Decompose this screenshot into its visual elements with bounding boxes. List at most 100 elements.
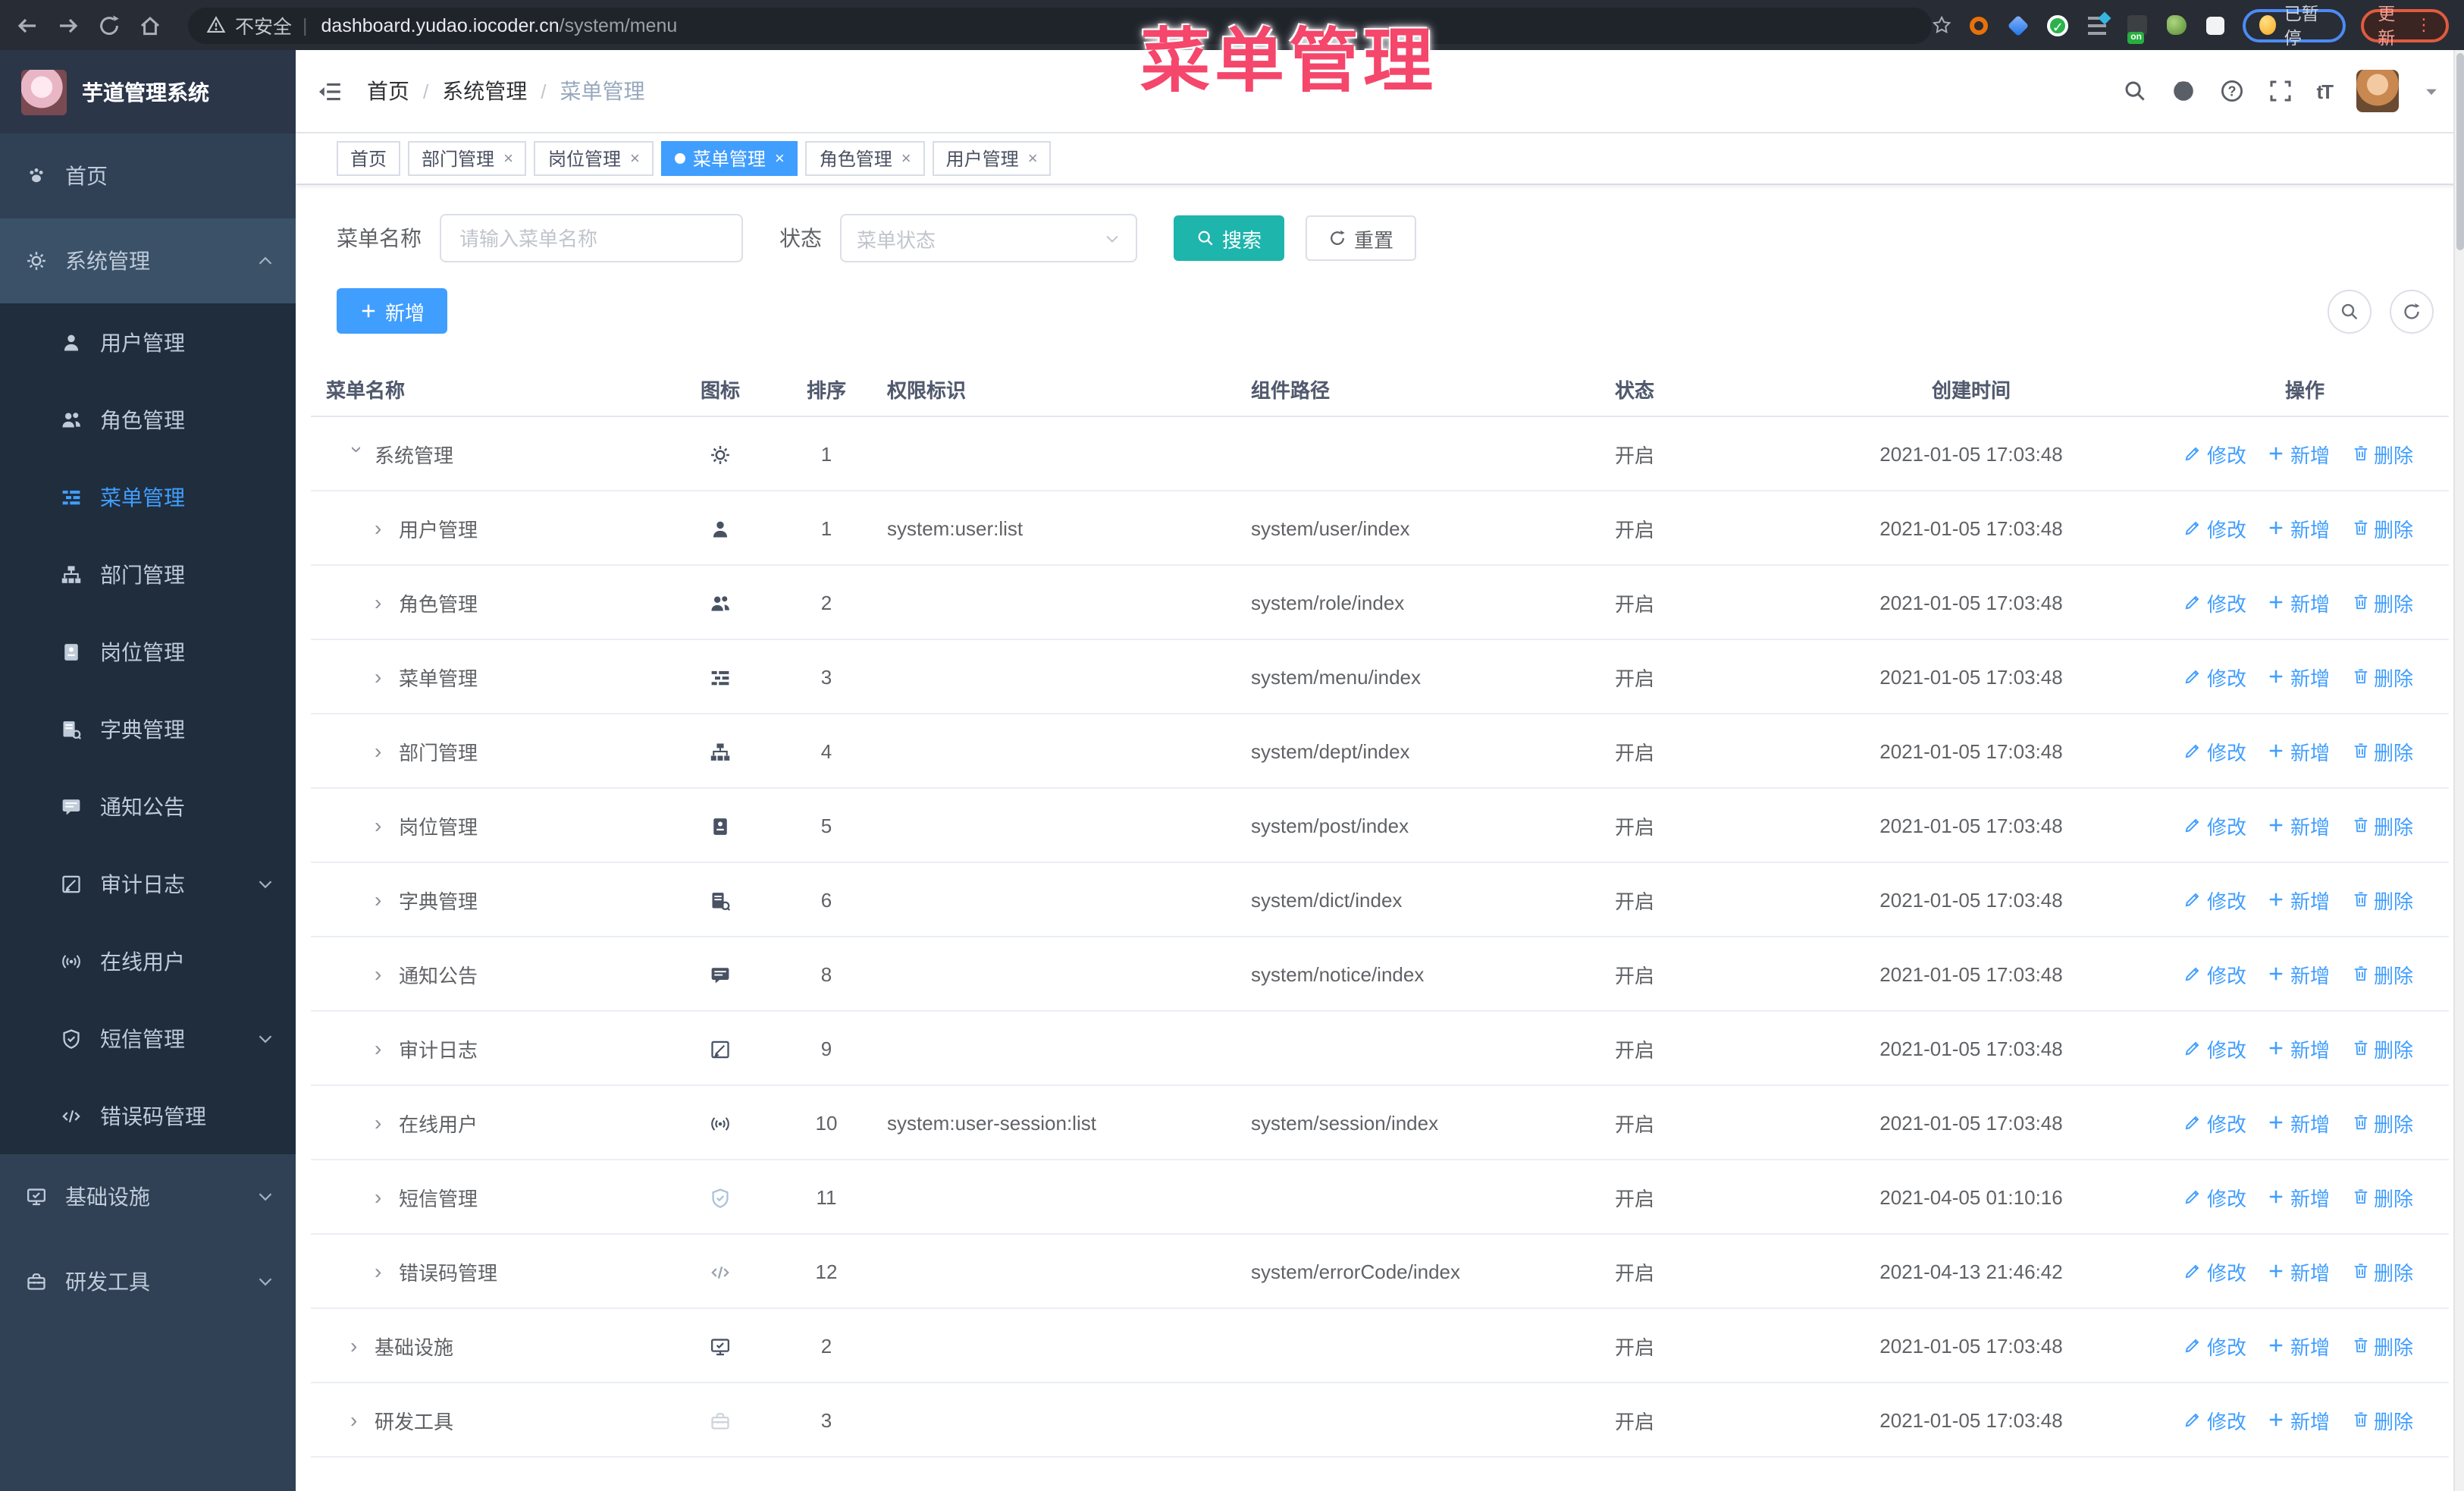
add-button[interactable]: 新增 bbox=[337, 288, 448, 334]
forward-icon[interactable] bbox=[56, 13, 80, 37]
delete-link[interactable]: 删除 bbox=[2351, 1108, 2413, 1137]
tab-item[interactable]: 岗位管理 × bbox=[534, 141, 654, 176]
close-icon[interactable]: × bbox=[630, 149, 640, 168]
add-link[interactable]: 新增 bbox=[2268, 1108, 2330, 1137]
tab-active[interactable]: 菜单管理 × bbox=[660, 141, 798, 176]
modify-link[interactable]: 修改 bbox=[2184, 1257, 2246, 1285]
tab-item[interactable]: 部门管理 × bbox=[408, 141, 527, 176]
delete-link[interactable]: 删除 bbox=[2351, 959, 2413, 988]
delete-link[interactable]: 删除 bbox=[2351, 1034, 2413, 1063]
modify-link[interactable]: 修改 bbox=[2184, 1034, 2246, 1063]
search-button[interactable]: 搜索 bbox=[1174, 215, 1285, 261]
add-link[interactable]: 新增 bbox=[2268, 513, 2330, 542]
extension-bars-icon[interactable] bbox=[2085, 13, 2109, 37]
sidebar-fold-icon[interactable] bbox=[317, 78, 343, 104]
delete-link[interactable]: 删除 bbox=[2351, 736, 2413, 765]
modify-link[interactable]: 修改 bbox=[2184, 1331, 2246, 1360]
github-icon[interactable] bbox=[2171, 79, 2195, 103]
help-icon[interactable] bbox=[2219, 79, 2243, 103]
sidebar-item[interactable]: 错误码管理 bbox=[0, 1077, 296, 1154]
expand-arrow-icon[interactable]: › bbox=[375, 664, 390, 689]
url-bar[interactable]: 不安全 | dashboard.yudao.iocoder.cn/system/… bbox=[188, 7, 1932, 43]
sidebar-item[interactable]: 研发工具 bbox=[0, 1239, 296, 1324]
user-avatar[interactable] bbox=[2356, 70, 2399, 112]
extension-green-icon[interactable] bbox=[2164, 13, 2188, 37]
scrollbar[interactable] bbox=[2453, 50, 2464, 1491]
sidebar-item[interactable]: 用户管理 bbox=[0, 303, 296, 381]
menu-name-input[interactable] bbox=[440, 214, 743, 262]
close-icon[interactable]: × bbox=[503, 149, 513, 168]
close-icon[interactable]: × bbox=[901, 149, 911, 168]
close-icon[interactable]: × bbox=[775, 149, 785, 168]
menu-dots-icon[interactable]: ⋮ bbox=[2415, 15, 2432, 35]
sidebar-item[interactable]: 角色管理 bbox=[0, 381, 296, 458]
expand-arrow-icon[interactable]: › bbox=[350, 1408, 365, 1432]
add-link[interactable]: 新增 bbox=[2268, 959, 2330, 988]
add-link[interactable]: 新增 bbox=[2268, 811, 2330, 840]
modify-link[interactable]: 修改 bbox=[2184, 1108, 2246, 1137]
reload-icon[interactable] bbox=[97, 13, 121, 37]
tab-item[interactable]: 用户管理 × bbox=[932, 141, 1052, 176]
tab-item[interactable]: 角色管理 × bbox=[805, 141, 925, 176]
delete-link[interactable]: 删除 bbox=[2351, 885, 2413, 914]
add-link[interactable]: 新增 bbox=[2268, 1257, 2330, 1285]
expand-arrow-icon[interactable]: › bbox=[375, 1110, 390, 1135]
modify-link[interactable]: 修改 bbox=[2184, 1182, 2246, 1211]
sidebar-item[interactable]: 短信管理 bbox=[0, 1000, 296, 1077]
sidebar-item[interactable]: 字典管理 bbox=[0, 690, 296, 767]
delete-link[interactable]: 删除 bbox=[2351, 1405, 2413, 1434]
modify-link[interactable]: 修改 bbox=[2184, 1405, 2246, 1434]
expand-arrow-icon[interactable]: › bbox=[375, 1259, 390, 1283]
extension-gem-icon[interactable] bbox=[2006, 13, 2030, 37]
extension-icon[interactable] bbox=[1967, 13, 1991, 37]
sidebar-item[interactable]: 系统管理 bbox=[0, 218, 296, 303]
delete-link[interactable]: 删除 bbox=[2351, 1331, 2413, 1360]
tab-item[interactable]: 首页 bbox=[337, 141, 401, 176]
add-link[interactable]: 新增 bbox=[2268, 662, 2330, 691]
expand-arrow-icon[interactable]: › bbox=[375, 739, 390, 763]
add-link[interactable]: 新增 bbox=[2268, 1405, 2330, 1434]
delete-link[interactable]: 删除 bbox=[2351, 1182, 2413, 1211]
breadcrumb-system[interactable]: 系统管理 bbox=[442, 76, 527, 106]
status-select[interactable]: 菜单状态 bbox=[840, 214, 1137, 262]
delete-link[interactable]: 删除 bbox=[2351, 588, 2413, 617]
sidebar-item[interactable]: 基础设施 bbox=[0, 1154, 296, 1239]
scrollbar-thumb[interactable] bbox=[2456, 53, 2464, 250]
expand-arrow-icon[interactable]: › bbox=[375, 962, 390, 986]
update-button[interactable]: 更新 ⋮ bbox=[2361, 5, 2450, 48]
delete-link[interactable]: 删除 bbox=[2351, 811, 2413, 840]
modify-link[interactable]: 修改 bbox=[2184, 588, 2246, 617]
expand-arrow-icon[interactable]: › bbox=[350, 1333, 365, 1358]
reset-button[interactable]: 重置 bbox=[1306, 215, 1417, 261]
extension-check-icon[interactable]: ✓ bbox=[2045, 13, 2070, 37]
expand-arrow-icon[interactable]: › bbox=[375, 887, 390, 912]
search-icon[interactable] bbox=[2122, 79, 2146, 103]
paused-badge[interactable]: 已暂停 bbox=[2243, 5, 2346, 48]
extension-puzzle-icon[interactable] bbox=[2203, 13, 2227, 37]
add-link[interactable]: 新增 bbox=[2268, 1034, 2330, 1063]
sidebar-item[interactable]: 首页 bbox=[0, 133, 296, 218]
show-search-button[interactable] bbox=[2328, 289, 2372, 333]
delete-link[interactable]: 删除 bbox=[2351, 662, 2413, 691]
add-link[interactable]: 新增 bbox=[2268, 439, 2330, 468]
modify-link[interactable]: 修改 bbox=[2184, 513, 2246, 542]
fullscreen-icon[interactable] bbox=[2268, 79, 2292, 103]
modify-link[interactable]: 修改 bbox=[2184, 439, 2246, 468]
sidebar-item[interactable]: 部门管理 bbox=[0, 535, 296, 613]
delete-link[interactable]: 删除 bbox=[2351, 1257, 2413, 1285]
home-icon[interactable] bbox=[138, 13, 162, 37]
chevron-down-icon[interactable] bbox=[2423, 83, 2440, 99]
delete-link[interactable]: 删除 bbox=[2351, 513, 2413, 542]
modify-link[interactable]: 修改 bbox=[2184, 959, 2246, 988]
close-icon[interactable]: × bbox=[1028, 149, 1038, 168]
modify-link[interactable]: 修改 bbox=[2184, 662, 2246, 691]
sidebar-item[interactable]: 审计日志 bbox=[0, 845, 296, 922]
add-link[interactable]: 新增 bbox=[2268, 736, 2330, 765]
modify-link[interactable]: 修改 bbox=[2184, 811, 2246, 840]
add-link[interactable]: 新增 bbox=[2268, 1182, 2330, 1211]
modify-link[interactable]: 修改 bbox=[2184, 736, 2246, 765]
sidebar-logo[interactable]: 芋道管理系统 bbox=[0, 50, 296, 133]
expand-arrow-icon[interactable]: › bbox=[375, 813, 390, 837]
sidebar-item[interactable]: 菜单管理 bbox=[0, 458, 296, 535]
sidebar-item[interactable]: 通知公告 bbox=[0, 767, 296, 845]
